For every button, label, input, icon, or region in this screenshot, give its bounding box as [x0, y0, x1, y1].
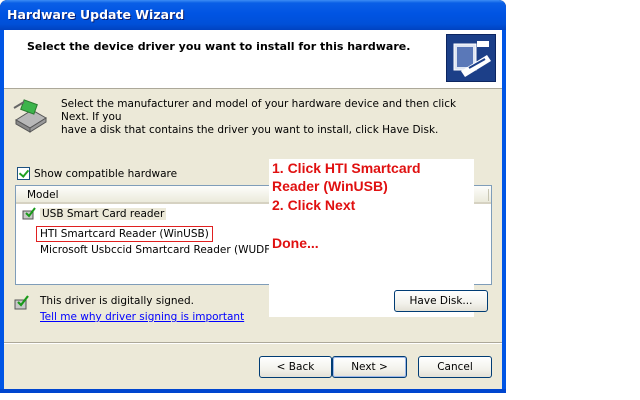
- header-title: Select the device driver you want to ins…: [27, 40, 411, 53]
- digital-signature-icon: [14, 294, 30, 310]
- annotation-step-1: 1. Click HTI Smartcard: [272, 160, 421, 176]
- intro-line-2: have a disk that contains the driver you…: [61, 124, 439, 136]
- window-frame-bottom: [0, 389, 506, 393]
- window-frame-right: [502, 30, 506, 393]
- card-reader-icon: [12, 96, 52, 136]
- driver-signed-status: This driver is digitally signed.: [40, 295, 195, 307]
- wizard-window: Hardware Update Wizard Select the device…: [0, 0, 506, 393]
- title-bar[interactable]: Hardware Update Wizard: [0, 0, 506, 30]
- hardware-wizard-icon: [446, 34, 496, 82]
- wizard-body: Select the device driver you want to ins…: [4, 30, 502, 389]
- model-column-label: Model: [27, 189, 59, 201]
- window-title: Hardware Update Wizard: [7, 7, 185, 22]
- column-separator[interactable]: [488, 189, 489, 201]
- checkbox-box[interactable]: [17, 167, 30, 180]
- footer-divider: [4, 342, 502, 344]
- list-item-hti-highlighted[interactable]: HTI Smartcard Reader (WinUSB): [36, 226, 213, 242]
- intro-line-1: Select the manufacturer and model of you…: [61, 98, 457, 123]
- show-compatible-checkbox[interactable]: Show compatible hardware: [17, 167, 177, 180]
- annotation-step-2: 2. Click Next: [272, 197, 356, 213]
- show-compatible-label[interactable]: Show compatible hardware: [34, 168, 177, 180]
- back-button[interactable]: < Back: [259, 356, 332, 378]
- signed-driver-icon: [22, 207, 36, 220]
- list-item[interactable]: Microsoft Usbccid Smartcard Reader (WUDF…: [40, 244, 274, 256]
- list-item[interactable]: USB Smart Card reader: [40, 208, 167, 220]
- cancel-button[interactable]: Cancel: [418, 356, 492, 378]
- annotation-done: Done...: [272, 235, 319, 251]
- have-disk-button[interactable]: Have Disk...: [394, 290, 488, 312]
- intro-text: Select the manufacturer and model of you…: [61, 98, 481, 137]
- wizard-header: Select the device driver you want to ins…: [4, 30, 502, 89]
- annotation-step-1-cont: Reader (WinUSB): [272, 178, 388, 194]
- next-button[interactable]: Next >: [332, 356, 407, 378]
- driver-signing-link[interactable]: Tell me why driver signing is important: [40, 311, 244, 323]
